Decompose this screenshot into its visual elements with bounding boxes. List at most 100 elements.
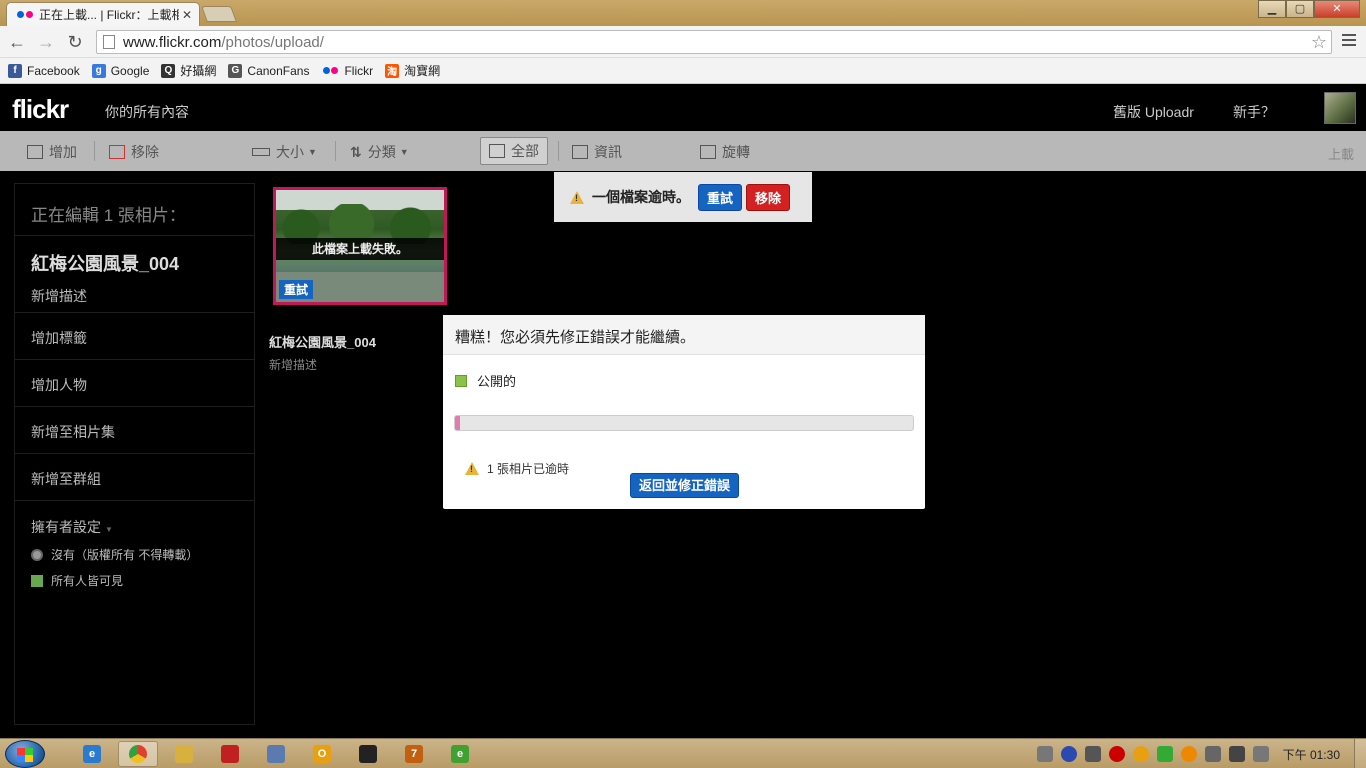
browser-titlebar: 正在上載... | Flickr：上載相 ✕ ▁ ▢ ✕ (0, 0, 1366, 26)
flickr-logo[interactable]: flickr (12, 94, 69, 125)
select-all-icon (489, 144, 505, 158)
antivirus-icon[interactable] (1108, 746, 1125, 762)
owner-settings-section: 擁有者設定 ▼ 沒有（版權所有 不得轉載） 所有人皆可見 (15, 501, 254, 589)
taskbar-app-ie[interactable]: e (72, 741, 112, 767)
error-dialog: 糟糕！您必須先修正錯誤才能繼續。 公開的 1 張相片已逾時 返回並修正錯誤 (443, 315, 925, 509)
bookmark-label: CanonFans (247, 63, 310, 78)
tray-app-icon[interactable] (1132, 746, 1149, 762)
qq-icon[interactable] (1180, 746, 1197, 762)
bookmark-label: Google (110, 63, 150, 78)
bookmark-canonfans[interactable]: G CanonFans (228, 63, 310, 78)
ie-icon: e (83, 745, 101, 763)
bookmark-facebook[interactable]: f Facebook (8, 63, 80, 78)
volume-muted-icon[interactable] (1252, 746, 1269, 762)
owner-settings-toggle[interactable]: 擁有者設定 ▼ (31, 517, 254, 537)
old-uploadr-link[interactable]: 舊版 Uploadr (1113, 102, 1194, 122)
select-all-label: 全部 (511, 143, 539, 159)
bookmark-camera-site[interactable]: Q 好攝網 (161, 62, 216, 79)
bookmark-label: Flickr (344, 63, 374, 78)
progress-fill (455, 416, 460, 430)
canonfans-icon: G (228, 63, 243, 78)
notice-message: 一個檔案逾時。 (592, 189, 690, 205)
taskbar-app-camera-app[interactable] (348, 741, 388, 767)
tab-title: 正在上載... | Flickr：上載相 (39, 8, 179, 22)
add-people-field[interactable]: 增加人物 (15, 360, 254, 407)
app-7-icon: 7 (405, 745, 423, 763)
select-all-button[interactable]: 全部 (480, 137, 548, 165)
dialog-title: 糟糕！您必須先修正錯誤才能繼續。 (443, 315, 925, 355)
rotate-icon (700, 145, 716, 159)
remove-failed-button[interactable]: 移除 (746, 183, 791, 211)
info-button[interactable]: 資訊 (572, 142, 622, 162)
maximize-button[interactable]: ▢ (1286, 0, 1314, 18)
add-description-field[interactable]: 新增描述 (31, 286, 254, 306)
size-button[interactable]: 大小 ▼ (252, 142, 317, 162)
minimize-button[interactable]: ▁ (1258, 0, 1286, 18)
bookmark-label: 好攝網 (180, 64, 217, 78)
taskbar-app-outlook[interactable]: O (302, 741, 342, 767)
thumbnail-retry-button[interactable]: 重試 (279, 280, 314, 299)
add-to-set-field[interactable]: 新增至相片集 (15, 407, 254, 454)
add-to-group-field[interactable]: 新增至群組 (15, 454, 254, 501)
bookmark-label: Facebook (27, 63, 80, 78)
toolbar-divider (94, 141, 95, 161)
tray-arrow-icon[interactable] (1084, 746, 1101, 762)
bookmark-flickr[interactable]: Flickr (321, 64, 373, 78)
chrome-icon (129, 745, 147, 763)
timeout-warning: 1 張相片已逾時 (465, 460, 569, 477)
network-signal-icon[interactable] (1228, 746, 1245, 762)
security-shield-icon[interactable] (1156, 746, 1173, 762)
bookmark-star-icon[interactable]: ☆ (1311, 32, 1327, 53)
browser-tab-active[interactable]: 正在上載... | Flickr：上載相 ✕ (6, 2, 200, 26)
taskbar-app-folder[interactable] (164, 741, 204, 767)
usb-icon[interactable] (1204, 746, 1221, 762)
taskbar-app-app-7[interactable]: 7 (394, 741, 434, 767)
sort-button[interactable]: ⇅ 分類 ▼ (350, 142, 409, 162)
tab-close-icon[interactable]: ✕ (179, 8, 195, 22)
remove-button[interactable]: 移除 (109, 142, 159, 162)
add-tags-field[interactable]: 增加標籤 (15, 313, 254, 360)
tile-add-description[interactable]: 新增描述 (269, 356, 317, 373)
taskbar-app-pdf[interactable] (210, 741, 250, 767)
start-button[interactable] (5, 740, 45, 768)
retry-button[interactable]: 重試 (698, 183, 743, 211)
facebook-icon: f (8, 63, 22, 78)
back-and-fix-button[interactable]: 返回並修正錯誤 (630, 473, 739, 498)
close-window-button[interactable]: ✕ (1314, 0, 1360, 18)
forward-arrow-icon[interactable]: → (35, 32, 57, 52)
rotate-label: 旋轉 (722, 144, 750, 160)
visibility-setting[interactable]: 所有人皆可見 (31, 572, 254, 589)
taskbar-app-photo-viewer[interactable] (256, 741, 296, 767)
visibility-label: 所有人皆可見 (51, 574, 124, 588)
avatar[interactable] (1324, 92, 1356, 124)
photo-title-field[interactable]: 紅梅公園風景_004 (31, 250, 254, 276)
taobao-icon: 淘 (385, 63, 400, 78)
windows-logo-icon (17, 748, 33, 762)
rotate-button[interactable]: 旋轉 (700, 142, 750, 162)
chrome-menu-icon[interactable] (1342, 34, 1356, 49)
tile-photo-title[interactable]: 紅梅公園風景_004 (269, 332, 376, 351)
info-label: 資訊 (594, 144, 622, 160)
upload-failed-banner: 此檔案上載失敗。 (276, 238, 444, 260)
keyboard-icon[interactable] (1036, 746, 1053, 762)
upload-button[interactable]: 上載 (1328, 144, 1354, 163)
add-button[interactable]: 增加 (27, 142, 77, 162)
folder-icon (175, 745, 193, 763)
license-setting[interactable]: 沒有（版權所有 不得轉載） (31, 546, 254, 563)
reload-icon[interactable]: ↻ (64, 32, 86, 52)
your-content-link[interactable]: 你的所有內容 (105, 102, 189, 122)
show-desktop-button[interactable] (1354, 739, 1366, 768)
taskbar-app-chrome[interactable] (118, 741, 158, 767)
photo-thumbnail[interactable]: 此檔案上載失敗。 重試 (273, 187, 447, 305)
bookmark-google[interactable]: g Google (91, 63, 150, 78)
address-bar[interactable]: www.flickr.com/photos/upload/ ☆ (96, 30, 1332, 54)
taskbar-app-app-green[interactable]: e (440, 741, 480, 767)
owner-settings-label: 擁有者設定 (31, 519, 101, 535)
new-tab-button[interactable] (201, 6, 237, 22)
clock[interactable]: 下午 01:30 (1283, 746, 1340, 763)
bookmark-taobao[interactable]: 淘淘寶網 (385, 62, 440, 79)
new-user-link[interactable]: 新手？ (1233, 102, 1275, 122)
camera-app-icon (359, 745, 377, 763)
help-icon[interactable] (1060, 746, 1077, 762)
back-arrow-icon[interactable]: ← (6, 32, 28, 52)
